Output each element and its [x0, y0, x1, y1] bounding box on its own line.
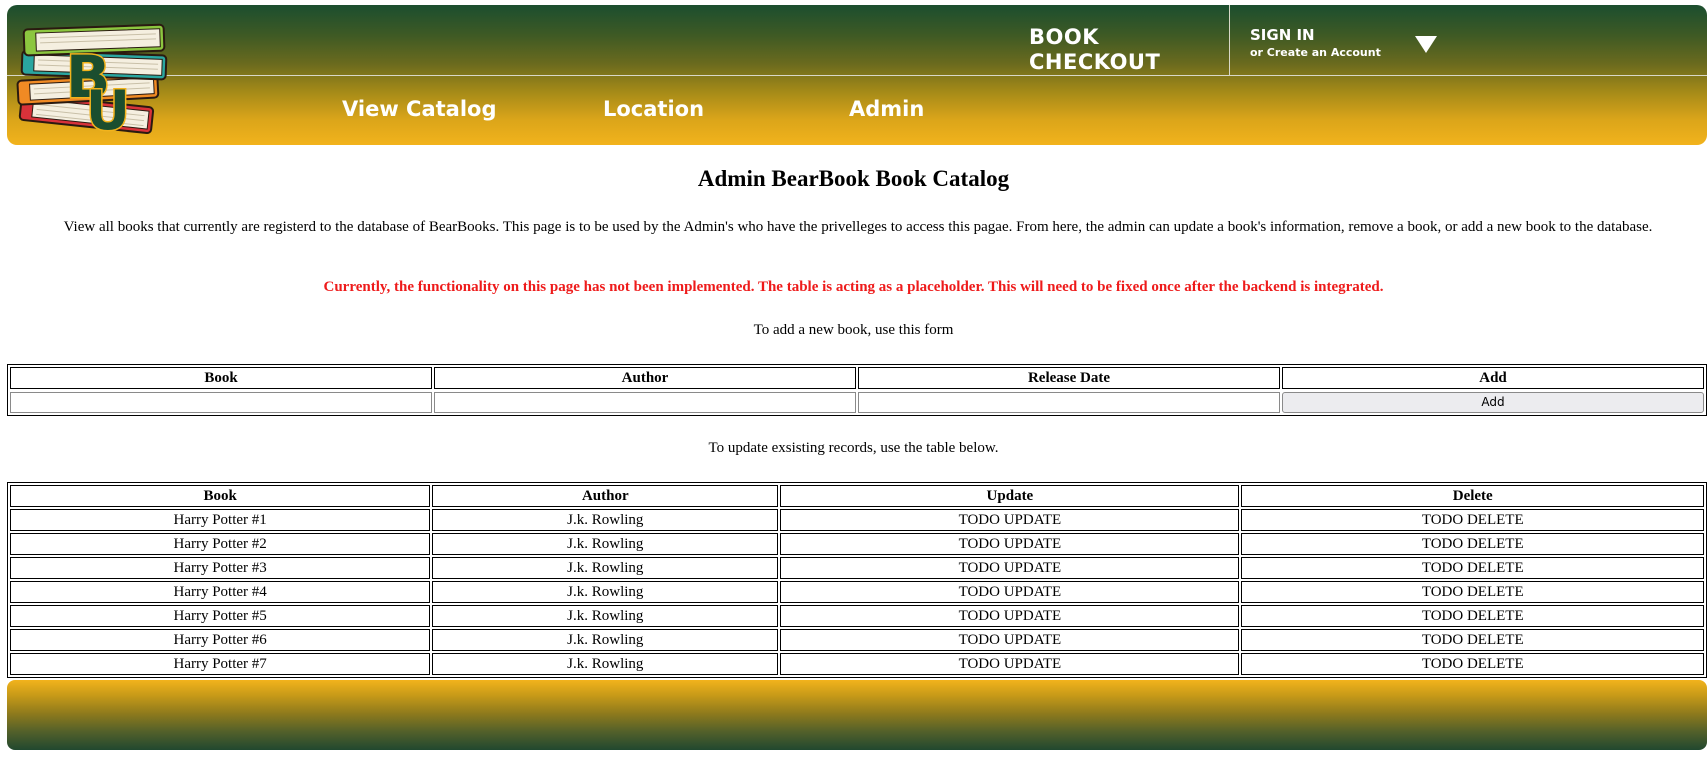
site-header: B U BOOK CHECKOUT SIGN IN or Create an A…: [7, 5, 1707, 145]
account-menu[interactable]: SIGN IN or Create an Account: [1250, 25, 1381, 61]
book-cell: Harry Potter #5: [10, 605, 431, 627]
book-cell: Harry Potter #6: [10, 629, 431, 651]
author-cell: J.k. Rowling: [432, 629, 779, 651]
delete-action[interactable]: TODO DELETE: [1241, 533, 1704, 555]
column-header-add: Add: [1282, 367, 1704, 389]
book-input-cell: [10, 391, 432, 413]
form-header-row: Book Author Release Date Add: [10, 367, 1704, 389]
book-cell: Harry Potter #3: [10, 557, 431, 579]
author-cell: J.k. Rowling: [432, 557, 779, 579]
update-action[interactable]: TODO UPDATE: [780, 629, 1240, 651]
table-row: Harry Potter #7 J.k. Rowling TODO UPDATE…: [10, 653, 1704, 675]
table-row: Harry Potter #3 J.k. Rowling TODO UPDATE…: [10, 557, 1704, 579]
author-cell: J.k. Rowling: [432, 533, 779, 555]
column-header-update: Update: [780, 485, 1240, 507]
site-footer: [7, 680, 1707, 750]
author-cell: J.k. Rowling: [432, 509, 779, 531]
add-form-caption: To add a new book, use this form: [753, 322, 954, 338]
table-row: Harry Potter #1 J.k. Rowling TODO UPDATE…: [10, 509, 1704, 531]
update-action[interactable]: TODO UPDATE: [780, 509, 1240, 531]
column-header-book: Book: [10, 367, 432, 389]
book-cell: Harry Potter #7: [10, 653, 431, 675]
page-title: Admin BearBook Book Catalog: [697, 166, 1010, 191]
book-cell: Harry Potter #2: [10, 533, 431, 555]
book-cell: Harry Potter #4: [10, 581, 431, 603]
column-header-book: Book: [10, 485, 431, 507]
update-action[interactable]: TODO UPDATE: [780, 557, 1240, 579]
warning-message: Currently, the functionality on this pag…: [323, 279, 1384, 295]
delete-action[interactable]: TODO DELETE: [1241, 605, 1704, 627]
table-row: Harry Potter #6 J.k. Rowling TODO UPDATE…: [10, 629, 1704, 651]
add-book-button[interactable]: Add: [1282, 391, 1704, 413]
book-cell: Harry Potter #1: [10, 509, 431, 531]
delete-action[interactable]: TODO DELETE: [1241, 557, 1704, 579]
delete-action[interactable]: TODO DELETE: [1241, 653, 1704, 675]
update-action[interactable]: TODO UPDATE: [780, 581, 1240, 603]
book-records-table: Book Author Update Delete Harry Potter #…: [7, 482, 1707, 678]
book-title-input[interactable]: [10, 391, 432, 413]
brand-title: BOOK CHECKOUT: [1029, 25, 1199, 75]
update-action[interactable]: TODO UPDATE: [780, 653, 1240, 675]
column-header-author: Author: [432, 485, 779, 507]
brand-title-text: BOOK CHECKOUT: [1029, 25, 1161, 74]
create-account-link[interactable]: or Create an Account: [1250, 45, 1381, 61]
nav-admin[interactable]: Admin: [849, 97, 924, 121]
release-date-input[interactable]: [858, 391, 1280, 413]
intro-text: View all books that currently are regist…: [63, 219, 1653, 235]
delete-action[interactable]: TODO DELETE: [1241, 509, 1704, 531]
column-header-release-date: Release Date: [858, 367, 1280, 389]
nav-location[interactable]: Location: [603, 97, 704, 121]
add-button-cell: Add: [1282, 391, 1704, 413]
delete-action[interactable]: TODO DELETE: [1241, 581, 1704, 603]
form-input-row: Add: [10, 391, 1704, 413]
author-cell: J.k. Rowling: [432, 653, 779, 675]
author-input[interactable]: [434, 391, 856, 413]
release-date-input-cell: [858, 391, 1280, 413]
add-book-form: Book Author Release Date Add Add: [7, 364, 1707, 416]
update-action[interactable]: TODO UPDATE: [780, 533, 1240, 555]
sign-in-link[interactable]: SIGN IN: [1250, 25, 1381, 45]
column-header-author: Author: [434, 367, 856, 389]
header-divider: [7, 75, 1707, 76]
caret-down-icon[interactable]: [1415, 36, 1437, 53]
author-input-cell: [434, 391, 856, 413]
column-header-delete: Delete: [1241, 485, 1704, 507]
header-divider-vertical: [1229, 5, 1230, 75]
table-row: Harry Potter #2 J.k. Rowling TODO UPDATE…: [10, 533, 1704, 555]
svg-text:U: U: [86, 79, 130, 141]
nav-view-catalog[interactable]: View Catalog: [342, 97, 497, 121]
update-caption: To update exsisting records, use the tab…: [708, 440, 999, 456]
delete-action[interactable]: TODO DELETE: [1241, 629, 1704, 651]
update-action[interactable]: TODO UPDATE: [780, 605, 1240, 627]
book-stack-logo-icon[interactable]: B U: [10, 13, 185, 141]
author-cell: J.k. Rowling: [432, 605, 779, 627]
author-cell: J.k. Rowling: [432, 581, 779, 603]
table-row: Harry Potter #4 J.k. Rowling TODO UPDATE…: [10, 581, 1704, 603]
records-header-row: Book Author Update Delete: [10, 485, 1704, 507]
table-row: Harry Potter #5 J.k. Rowling TODO UPDATE…: [10, 605, 1704, 627]
